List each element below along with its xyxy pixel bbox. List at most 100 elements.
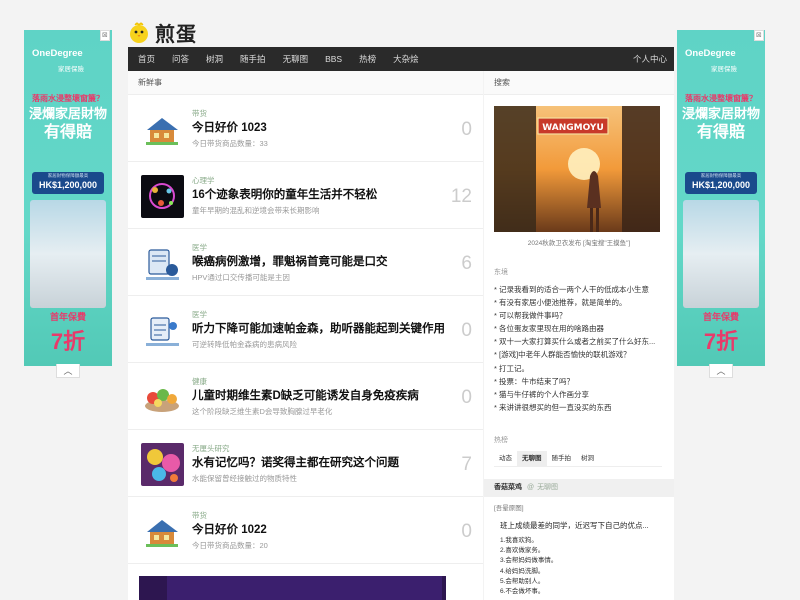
- item-category[interactable]: 无厘头研究: [192, 443, 230, 454]
- list-item[interactable]: * 双十一大家打算买什么或者之前买了什么好东...: [494, 335, 670, 348]
- item-description: HPV通过口交传播可能是主因: [192, 273, 290, 282]
- list-item[interactable]: 健康 儿童时期维生素D缺乏可能诱发自身免疫疾病 这个阶段缺乏维生素D会导致胸腺过…: [128, 363, 483, 430]
- post-line: 1.我喜欢狗。: [500, 537, 538, 544]
- ad-close-icon[interactable]: ⊠: [754, 30, 764, 41]
- list-item[interactable]: * 投票：牛市结束了吗？: [494, 375, 670, 388]
- list-item[interactable]: * 有没有家居小便池推荐，就是简单的。: [494, 296, 670, 309]
- post-author[interactable]: 香菇菜鸡: [494, 484, 522, 491]
- list-item[interactable]: 无厘头研究 水有记忆吗？诺奖得主都在研究这个问题 水能保留曾经接触过的物质特性 …: [128, 430, 483, 497]
- search-heading[interactable]: 搜索: [484, 71, 674, 95]
- item-category[interactable]: 医学: [192, 309, 207, 320]
- post-tag[interactable]: [吾晕原图]: [494, 502, 524, 512]
- nav-item-pics[interactable]: 无聊图: [283, 53, 309, 65]
- post-line: 6.不会做坏事。: [500, 588, 545, 596]
- nav-item-hot[interactable]: 热榜: [359, 53, 376, 65]
- comment-count[interactable]: 12: [451, 186, 472, 208]
- nav-item-qa[interactable]: 问答: [172, 53, 189, 65]
- post-line: 3.会帮妈妈做事情。: [500, 557, 558, 565]
- list-item[interactable]: 心理学 16个迹象表明你的童年生活并不轻松 童年早期的混乱和逆境会带来长期影响 …: [128, 162, 483, 229]
- ad-promo-1: 首年保費: [49, 312, 86, 322]
- item-title[interactable]: 水有记忆吗？诺奖得主都在研究这个问题: [192, 454, 399, 470]
- item-thumbnail[interactable]: [141, 510, 184, 553]
- hot-label: 热榜: [494, 437, 508, 444]
- logo-text: 煎蛋: [155, 21, 197, 46]
- ad-line-3: 有得賠: [43, 124, 92, 141]
- item-thumbnail[interactable]: [141, 108, 184, 151]
- nav-item-misc[interactable]: 大杂烩: [393, 53, 419, 65]
- post-board[interactable]: 无聊图: [537, 484, 558, 491]
- feature-caption[interactable]: 2024秋款卫衣发布 [淘宝搜"王摸鱼"]: [484, 237, 674, 247]
- list-item[interactable]: 带货 今日好价 1023 今日带货商品数量：33 0: [128, 95, 483, 162]
- item-title[interactable]: 今日好价 1023: [192, 119, 267, 135]
- feed-heading: 新鲜事: [128, 71, 483, 95]
- list-item[interactable]: * 各位蛋友家里现在用的啥路由器: [494, 322, 670, 335]
- item-title[interactable]: 今日好价 1022: [192, 521, 267, 537]
- banner-image[interactable]: [139, 576, 446, 600]
- chick-icon: [130, 22, 148, 43]
- ad-promo-1: 首年保費: [702, 312, 739, 322]
- post-line: 2.喜欢做家务。: [500, 547, 545, 555]
- item-thumbnail[interactable]: [141, 376, 184, 419]
- ad-brand: OneDegree: [32, 48, 83, 59]
- list-item[interactable]: 带货 今日好价 1022 今日带货商品数量：20 0: [128, 497, 483, 564]
- tab-dynamic[interactable]: 动态: [494, 451, 517, 466]
- nav-item-home[interactable]: 首页: [138, 53, 155, 65]
- item-thumbnail[interactable]: [141, 242, 184, 285]
- feature-image[interactable]: WANGMOYU: [494, 106, 660, 232]
- item-description: 这个阶段缺乏维生素D会导致胸腺过早老化: [192, 407, 333, 416]
- item-category[interactable]: 带货: [192, 510, 207, 521]
- chevron-up-icon[interactable]: ︿: [709, 364, 733, 378]
- hot-tabs: 动态 无聊图 随手拍 树洞: [494, 451, 662, 467]
- ad-banner-right[interactable]: OneDegree 家居保險 落雨水浸整壞窗簾？ 浸爛家居財物 有得賠 HK$1…: [677, 30, 765, 366]
- ad-banner-left[interactable]: OneDegree 家居保險 落雨水浸整壞窗簾？ 浸爛家居財物 有得賠 HK$1…: [24, 30, 112, 366]
- list-item[interactable]: * 来讲讲很想买的但一直没买的东西: [494, 401, 670, 414]
- item-thumbnail[interactable]: [141, 443, 184, 486]
- item-thumbnail[interactable]: [141, 175, 184, 218]
- item-category[interactable]: 带货: [192, 108, 207, 119]
- ad-promo-2: 7折: [50, 329, 86, 354]
- item-category[interactable]: 健康: [192, 376, 207, 387]
- comment-count[interactable]: 0: [461, 521, 472, 543]
- tab-snapshot[interactable]: 随手拍: [547, 451, 577, 466]
- item-thumbnail[interactable]: [141, 309, 184, 352]
- item-title[interactable]: 喉癌病例激增，罪魁祸首竟可能是口交: [192, 253, 388, 269]
- post-title: 班上成绩最差的同学，近迟写下自己的优点...: [500, 521, 649, 530]
- list-item[interactable]: * 记录我看到的适合一两个人干的低成本小生意: [494, 283, 670, 296]
- comment-count[interactable]: 7: [461, 454, 472, 476]
- list-item[interactable]: * 可以帮我做件事吗？: [494, 309, 670, 322]
- list-item[interactable]: * 打工记。: [494, 362, 670, 375]
- nav-item-bbs[interactable]: BBS: [325, 54, 342, 64]
- site-logo[interactable]: 煎蛋: [127, 17, 207, 47]
- nav-user-center[interactable]: 个人中心: [633, 53, 667, 65]
- item-category[interactable]: 医学: [192, 242, 207, 253]
- post-line: 4.给妈妈洗脚。: [500, 567, 545, 575]
- comment-count[interactable]: 0: [461, 119, 472, 141]
- ad-room-image: [30, 200, 106, 308]
- ad-promo-2: 7折: [703, 329, 739, 354]
- list-item[interactable]: 医学 听力下降可能加速帕金森，助听器能起到关键作用 可逆转降低帕金森病的患病风险…: [128, 296, 483, 363]
- post-image[interactable]: 班上成绩最差的同学，近迟写下自己的优点... 1.我喜欢狗。 2.喜欢做家务。 …: [500, 520, 665, 597]
- top-nav: 首页 问答 树洞 随手拍 无聊图 BBS 热榜 大杂烩 个人中心: [128, 47, 674, 71]
- ad-brand: OneDegree: [685, 48, 736, 59]
- list-item[interactable]: * 猫与牛仔裤的个人作画分享: [494, 388, 670, 401]
- treehole-label: 东境: [494, 269, 508, 276]
- item-title[interactable]: 听力下降可能加速帕金森，助听器能起到关键作用: [192, 320, 445, 336]
- nav-item-treehole[interactable]: 树洞: [206, 53, 223, 65]
- tab-pics[interactable]: 无聊图: [517, 451, 547, 466]
- ad-brand-sub: 家居保險: [711, 66, 737, 73]
- chevron-up-icon[interactable]: ︿: [56, 364, 80, 378]
- post-at: @: [526, 484, 535, 491]
- comment-count[interactable]: 6: [461, 253, 472, 275]
- ad-close-icon[interactable]: ⊠: [100, 30, 110, 41]
- tab-treehole[interactable]: 树洞: [576, 451, 599, 466]
- comment-count[interactable]: 0: [461, 387, 472, 409]
- item-description: 可逆转降低帕金森病的患病风险: [192, 340, 297, 349]
- item-title[interactable]: 儿童时期维生素D缺乏可能诱发自身免疫疾病: [192, 387, 419, 403]
- list-item[interactable]: 医学 喉癌病例激增，罪魁祸首竟可能是口交 HPV通过口交传播可能是主因 6: [128, 229, 483, 296]
- nav-item-snapshot[interactable]: 随手拍: [240, 53, 266, 65]
- banner-image-inner: [167, 576, 442, 600]
- list-item[interactable]: * [游戏]中老年人群能否愉快的联机游戏？: [494, 348, 670, 361]
- item-category[interactable]: 心理学: [192, 175, 215, 186]
- comment-count[interactable]: 0: [461, 320, 472, 342]
- item-title[interactable]: 16个迹象表明你的童年生活并不轻松: [192, 186, 377, 202]
